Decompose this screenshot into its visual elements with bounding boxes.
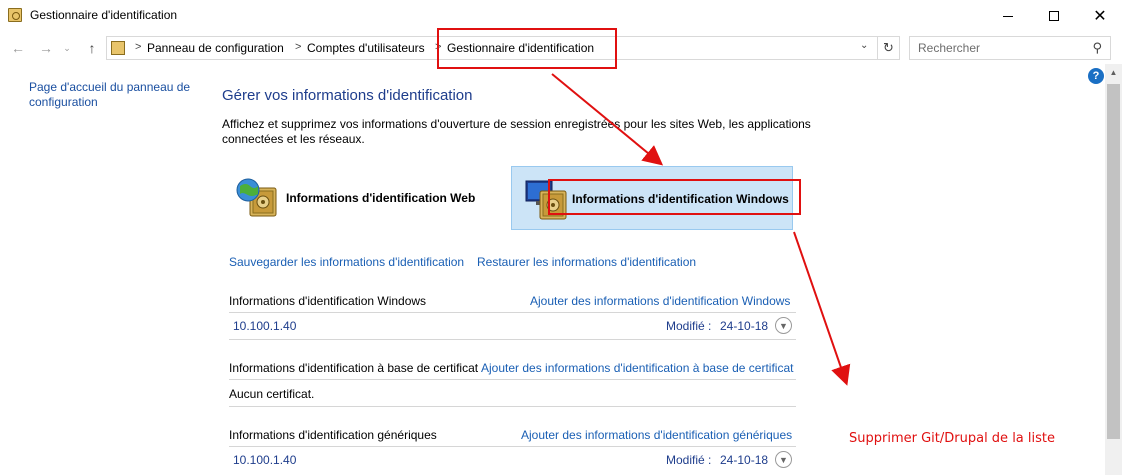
credential-manager-icon <box>8 8 22 22</box>
web-credentials-icon <box>236 178 277 217</box>
no-certificate-text: Aucun certificat. <box>229 387 315 401</box>
arrow-up-icon: ↑ <box>88 40 96 56</box>
credential-entry-name[interactable]: 10.100.1.40 <box>233 319 296 333</box>
breadcrumb-separator: > <box>135 41 142 53</box>
up-button[interactable]: ↑ <box>82 38 102 58</box>
credential-entry-name[interactable]: 10.100.1.40 <box>233 453 296 467</box>
chevron-down-icon: ⌄ <box>63 42 71 53</box>
arrow-right-icon: → <box>39 40 53 56</box>
maximize-icon <box>1049 11 1059 21</box>
search-icon: ⚲ <box>1092 40 1102 55</box>
address-dropdown-icon[interactable]: ⌄ <box>860 40 868 51</box>
breadcrumb-user-accounts[interactable]: Comptes d'utilisateurs <box>307 41 425 55</box>
breadcrumb-control-panel[interactable]: Panneau de configuration <box>147 41 284 55</box>
add-generic-credential-link[interactable]: Ajouter des informations d'identificatio… <box>521 428 792 442</box>
scroll-thumb[interactable] <box>1107 84 1120 439</box>
credential-entry-modified-date: 24-10-18 <box>720 453 769 467</box>
help-icon[interactable]: ? <box>1088 68 1104 84</box>
arrow-left-icon: ← <box>11 40 25 56</box>
annotation-note: Supprimer Git/Drupal de la liste <box>849 431 1055 446</box>
refresh-button[interactable]: ↻ <box>878 36 900 60</box>
credential-entry-modified-label: Modifié : <box>666 319 712 333</box>
scroll-up-icon[interactable]: ▲ <box>1105 68 1122 77</box>
annotation-arrows <box>551 73 851 386</box>
section-certificate-heading: Informations d'identification à base de … <box>229 361 479 375</box>
restore-credentials-link[interactable]: Restaurer les informations d'identificat… <box>477 255 696 269</box>
search-box[interactable]: Rechercher ⚲ <box>909 36 1111 60</box>
annotation-arrow-2 <box>793 231 851 386</box>
breadcrumb-separator: > <box>295 41 302 53</box>
credential-entry-modified-date: 24-10-18 <box>720 319 769 333</box>
section-generic-heading: Informations d'identification génériques <box>229 428 437 442</box>
divider <box>229 339 796 340</box>
backup-credentials-link[interactable]: Sauvegarder les informations d'identific… <box>229 255 464 269</box>
annotation-box-windows-tile <box>548 179 801 215</box>
tile-web-label: Informations d'identification Web <box>286 191 476 205</box>
control-panel-home-link[interactable]: Page d'accueil du panneau de configurati… <box>29 80 199 110</box>
minimize-icon <box>1003 15 1013 17</box>
back-button[interactable]: ← <box>8 38 28 58</box>
control-panel-icon <box>111 41 125 55</box>
vertical-scrollbar[interactable]: ▲ <box>1105 64 1122 475</box>
recent-locations-button[interactable]: ⌄ <box>60 38 74 58</box>
tile-web-credentials[interactable]: Informations d'identification Web <box>226 166 506 230</box>
maximize-button[interactable] <box>1031 0 1077 32</box>
add-certificate-credential-link[interactable]: Ajouter des informations d'identificatio… <box>481 361 793 375</box>
credential-entry-modified-label: Modifié : <box>666 453 712 467</box>
divider <box>229 312 796 313</box>
expand-chevron-icon[interactable]: ▼ <box>775 451 792 468</box>
search-placeholder: Rechercher <box>918 41 981 55</box>
page-title: Gérer vos informations d'identification <box>222 87 473 104</box>
add-windows-credential-link[interactable]: Ajouter des informations d'identificatio… <box>530 294 790 308</box>
minimize-button[interactable] <box>985 0 1031 32</box>
annotation-box-breadcrumb <box>437 28 617 69</box>
close-button[interactable]: ✕ <box>1077 0 1122 32</box>
section-windows-heading: Informations d'identification Windows <box>229 294 427 308</box>
divider <box>229 379 796 380</box>
divider <box>229 446 796 447</box>
expand-chevron-icon[interactable]: ▼ <box>775 317 792 334</box>
divider <box>229 406 796 407</box>
page-description: Affichez et supprimez vos informations d… <box>222 117 811 146</box>
close-icon: ✕ <box>1093 8 1107 25</box>
forward-button[interactable]: → <box>36 38 56 58</box>
window-title: Gestionnaire d'identification <box>30 8 178 22</box>
refresh-icon: ↻ <box>883 40 894 55</box>
